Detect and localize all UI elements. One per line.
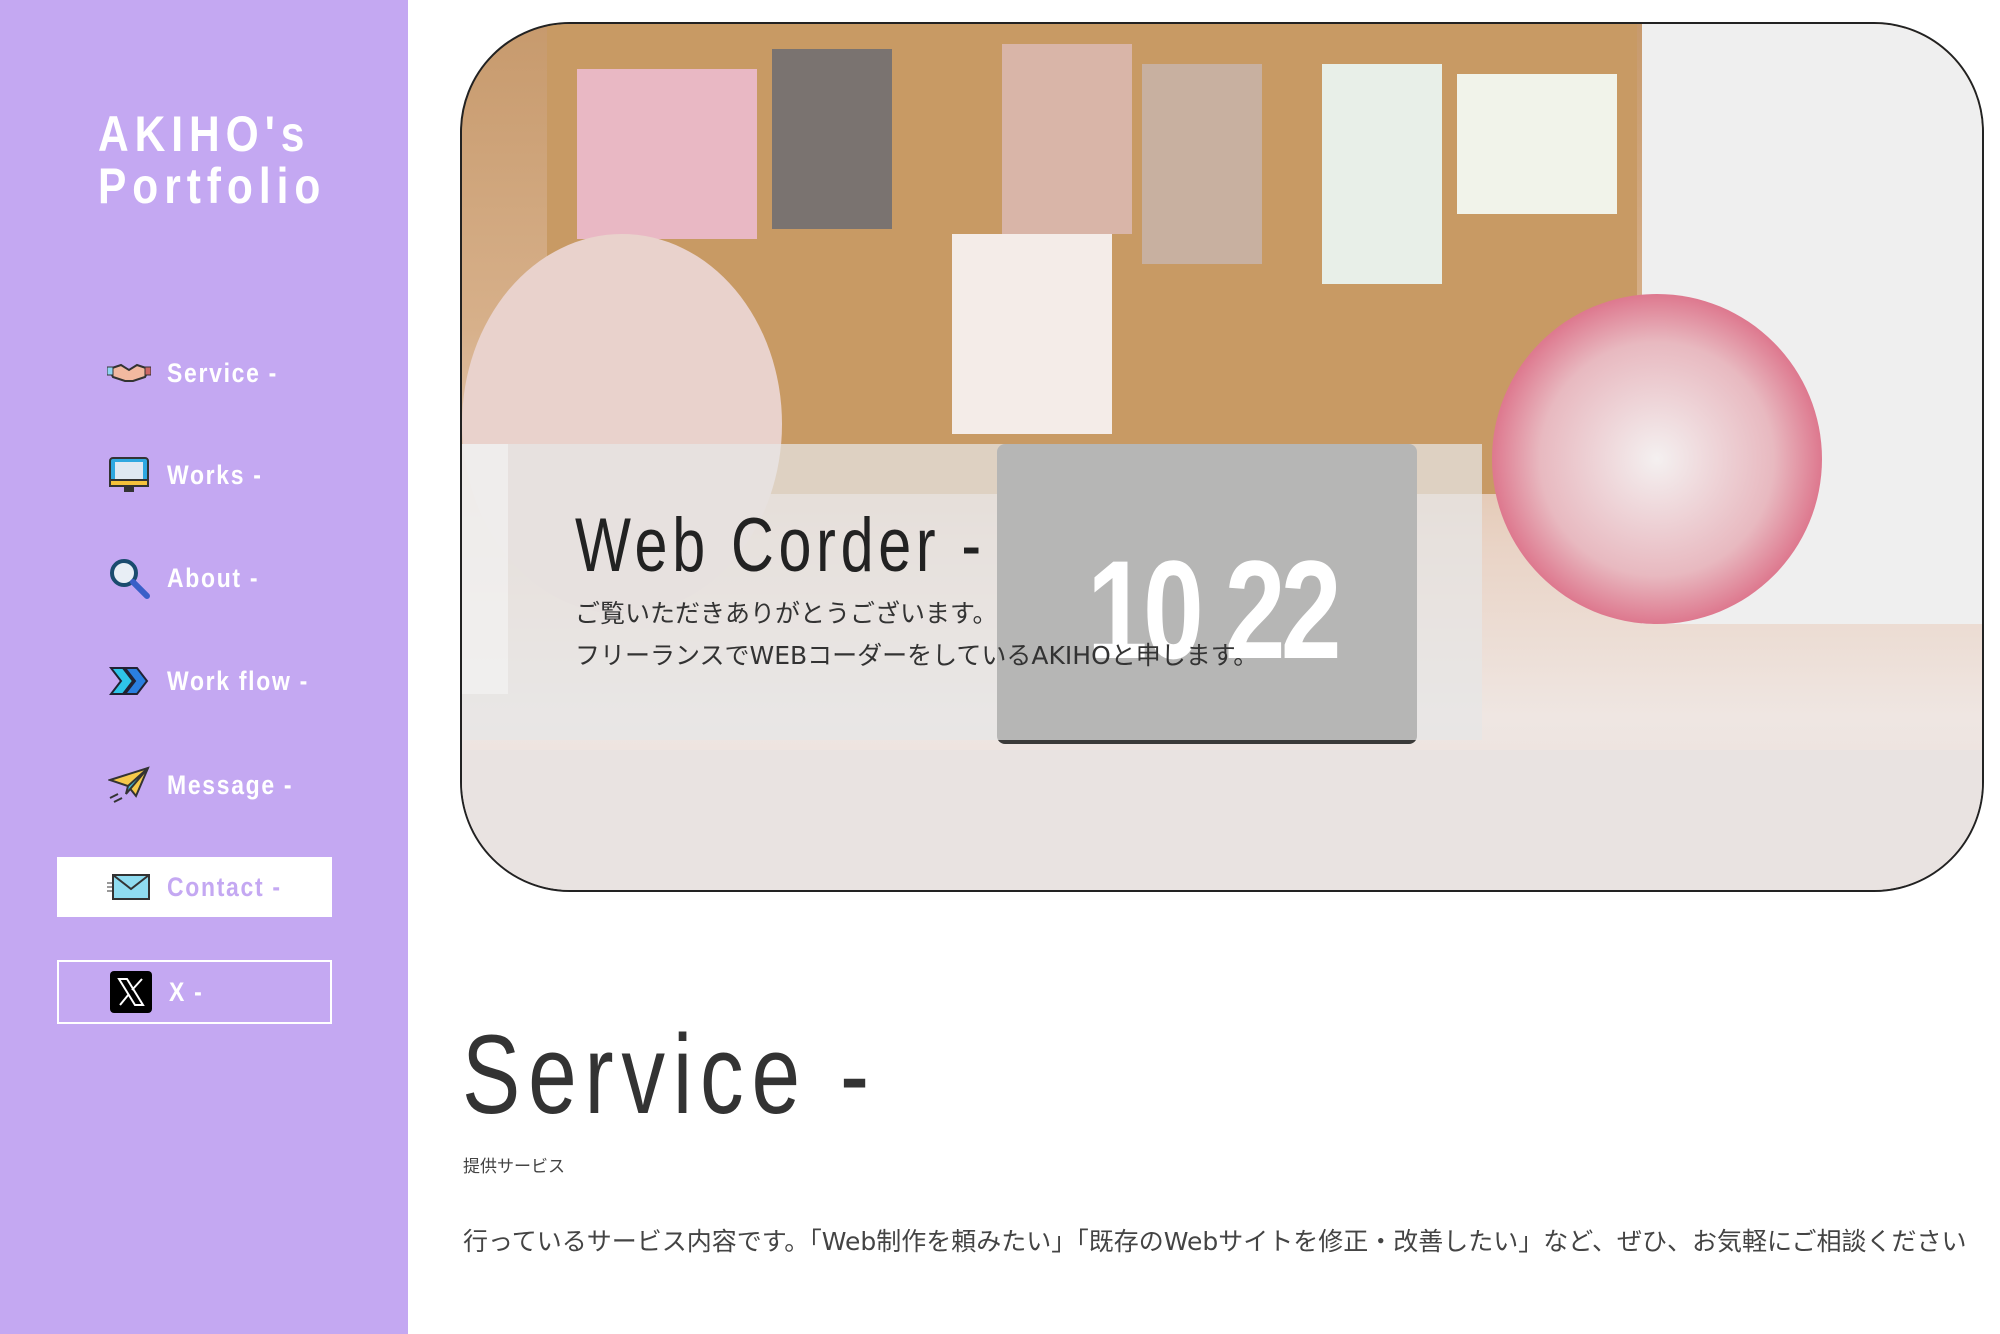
flowers xyxy=(1492,294,1822,624)
nav-works[interactable]: Works - xyxy=(57,445,332,505)
envelope-icon xyxy=(107,867,151,907)
photo xyxy=(1322,64,1442,284)
double-chevron-icon xyxy=(107,661,151,701)
nav-workflow[interactable]: Work flow - xyxy=(57,651,332,711)
magnifier-icon xyxy=(107,558,151,599)
photo xyxy=(772,49,892,229)
logo-line-2: Portfolio xyxy=(98,158,327,214)
handshake-icon xyxy=(107,353,151,393)
nav-message[interactable]: Message - xyxy=(57,755,332,815)
nav-label: Work flow - xyxy=(167,665,309,696)
section-title: Service - xyxy=(462,1012,877,1137)
hero-image: 10 22 Web Corder - ご覧いただきありがとうございます。 フリー… xyxy=(460,22,1984,892)
photo xyxy=(577,69,757,239)
photo xyxy=(1002,44,1132,234)
desk xyxy=(462,750,1982,890)
x-logo-icon xyxy=(109,971,153,1013)
hero-title: Web Corder - xyxy=(575,503,986,588)
photo xyxy=(1142,64,1262,264)
hero-text-line-1: ご覧いただきありがとうございます。 xyxy=(575,599,998,628)
nav-label: Contact - xyxy=(167,871,282,902)
section-subtitle: 提供サービス xyxy=(463,1157,565,1177)
nav-service[interactable]: Service - xyxy=(57,343,332,403)
nav-about[interactable]: About - xyxy=(57,548,332,608)
paper-plane-icon xyxy=(107,765,151,805)
section-description: 行っているサービス内容です。「Web制作を頼みたい」「既存のWebサイトを修正・… xyxy=(463,1227,1967,1256)
nav-label: Works - xyxy=(167,459,263,490)
nav-label: Service - xyxy=(167,357,278,388)
nav-label: X - xyxy=(169,976,204,1007)
monitor-icon xyxy=(107,455,151,495)
site-logo[interactable]: AKIHO's Portfolio xyxy=(98,108,326,212)
nav-label: About - xyxy=(167,562,260,593)
x-link-button[interactable]: X - xyxy=(57,960,332,1024)
hero-overlay-edge xyxy=(462,444,508,694)
contact-button[interactable]: Contact - xyxy=(57,857,332,917)
photo xyxy=(1457,74,1617,214)
hero-text-line-2: フリーランスでWEBコーダーをしているAKIHOと申します。 xyxy=(575,641,1259,670)
photo xyxy=(952,234,1112,434)
nav-label: Message - xyxy=(167,769,294,800)
logo-line-1: AKIHO's xyxy=(98,106,311,162)
sidebar: AKIHO's Portfolio Service - Works - Abou… xyxy=(0,0,408,1334)
